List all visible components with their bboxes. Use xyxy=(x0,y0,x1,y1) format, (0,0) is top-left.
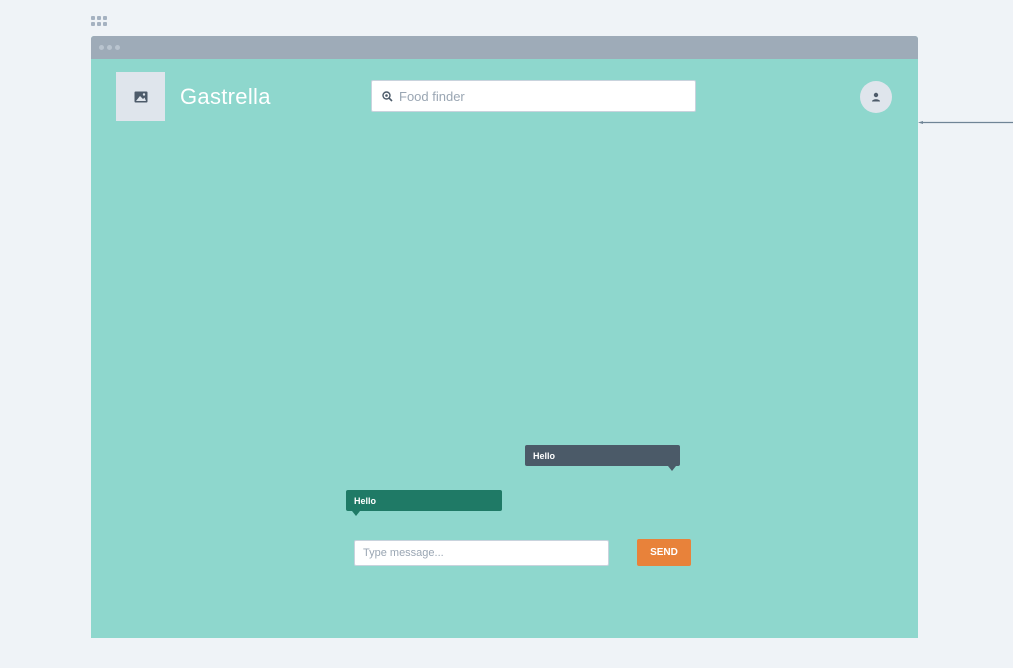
connector-arrow xyxy=(918,121,1013,124)
search-icon xyxy=(382,90,393,102)
user-icon xyxy=(872,92,880,102)
app-title: Gastrella xyxy=(180,84,271,109)
avatar[interactable] xyxy=(860,81,892,113)
bubble-tail xyxy=(352,511,360,516)
image-icon xyxy=(134,91,147,102)
window-dot xyxy=(107,45,112,50)
search-input[interactable] xyxy=(399,88,689,104)
window-controls xyxy=(99,45,120,50)
window-dot xyxy=(115,45,120,50)
window-titlebar[interactable] xyxy=(91,36,918,59)
chat-message-outgoing: Hello xyxy=(346,490,502,516)
chat-message-text: Hello xyxy=(533,450,556,461)
search-bar[interactable] xyxy=(371,80,696,112)
logo xyxy=(116,72,165,121)
bubble-tail xyxy=(668,466,676,471)
app-window: Gastrella Hello Hello SEND xyxy=(91,36,918,638)
chat-message-incoming: Hello xyxy=(525,445,680,471)
chat-message-text: Hello xyxy=(354,495,377,506)
window-dot xyxy=(99,45,104,50)
message-input[interactable] xyxy=(354,540,609,566)
send-button[interactable]: SEND xyxy=(637,539,691,566)
drag-grip-icon[interactable] xyxy=(91,16,107,26)
